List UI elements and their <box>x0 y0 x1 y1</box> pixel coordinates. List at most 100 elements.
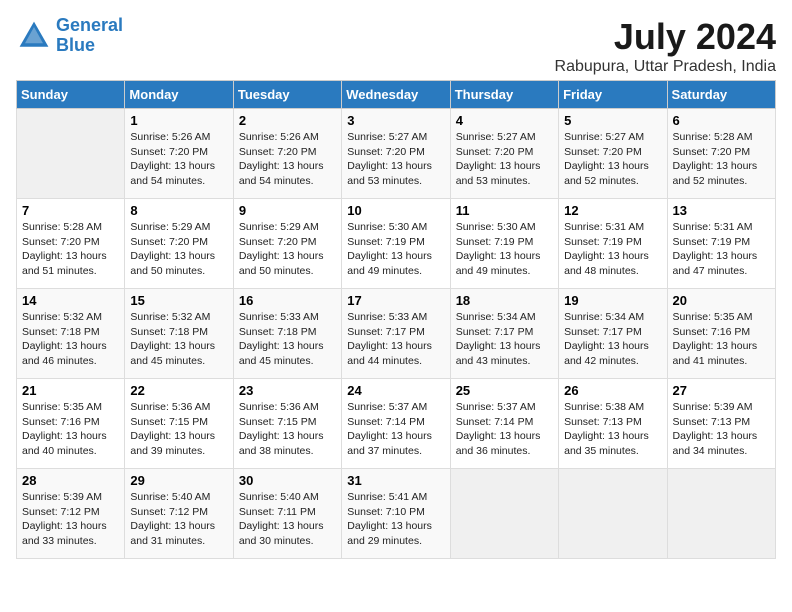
calendar-cell: 11Sunrise: 5:30 AMSunset: 7:19 PMDayligh… <box>450 199 558 289</box>
header-thursday: Thursday <box>450 81 558 109</box>
calendar-cell: 20 Sunrise: 5:35 AMSunset: 7:16 PMDayligh… <box>667 289 775 379</box>
calendar-header-row: SundayMondayTuesdayWednesdayThursdayFrid… <box>17 81 776 109</box>
calendar-table: SundayMondayTuesdayWednesdayThursdayFrid… <box>16 80 776 559</box>
calendar-cell: 1Sunrise: 5:26 AMSunset: 7:20 PMDaylight… <box>125 109 233 199</box>
calendar-cell: 3Sunrise: 5:27 AMSunset: 7:20 PMDaylight… <box>342 109 450 199</box>
calendar-week-row: 21Sunrise: 5:35 AMSunset: 7:16 PMDayligh… <box>17 379 776 469</box>
day-number: 27 <box>673 383 770 398</box>
day-info: Sunrise: 5:32 AMSunset: 7:18 PMDaylight:… <box>22 310 119 369</box>
day-number: 6 <box>673 113 770 128</box>
day-info: Sunrise: 5:29 AMSunset: 7:20 PMDaylight:… <box>239 220 336 279</box>
day-number: 2 <box>239 113 336 128</box>
day-info: Sunrise: 5:40 AMSunset: 7:11 PMDaylight:… <box>239 490 336 549</box>
day-info: Sunrise: 5:36 AMSunset: 7:15 PMDaylight:… <box>130 400 227 459</box>
day-info: Sunrise: 5:30 AMSunset: 7:19 PMDaylight:… <box>456 220 553 279</box>
calendar-cell <box>667 469 775 559</box>
day-number: 12 <box>564 203 661 218</box>
calendar-cell: 26 Sunrise: 5:38 AMSunset: 7:13 PMDayligh… <box>559 379 667 469</box>
calendar-cell: 9 Sunrise: 5:29 AMSunset: 7:20 PMDaylight… <box>233 199 341 289</box>
calendar-cell: 13 Sunrise: 5:31 AMSunset: 7:19 PMDayligh… <box>667 199 775 289</box>
logo-text: General Blue <box>56 16 123 56</box>
calendar-cell: 23Sunrise: 5:36 AMSunset: 7:15 PMDayligh… <box>233 379 341 469</box>
header-tuesday: Tuesday <box>233 81 341 109</box>
calendar-cell: 18 Sunrise: 5:34 AMSunset: 7:17 PMDayligh… <box>450 289 558 379</box>
logo-line2: Blue <box>56 35 95 55</box>
day-number: 18 <box>456 293 553 308</box>
day-number: 19 <box>564 293 661 308</box>
calendar-cell: 22Sunrise: 5:36 AMSunset: 7:15 PMDayligh… <box>125 379 233 469</box>
day-info: Sunrise: 5:39 AMSunset: 7:12 PMDaylight:… <box>22 490 119 549</box>
calendar-cell: 8Sunrise: 5:29 AMSunset: 7:20 PMDaylight… <box>125 199 233 289</box>
day-info: Sunrise: 5:34 AMSunset: 7:17 PMDaylight:… <box>456 310 553 369</box>
day-info: Sunrise: 5:29 AMSunset: 7:20 PMDaylight:… <box>130 220 227 279</box>
day-number: 7 <box>22 203 119 218</box>
day-info: Sunrise: 5:33 AMSunset: 7:18 PMDaylight:… <box>239 310 336 369</box>
logo-icon <box>16 18 52 54</box>
header-sunday: Sunday <box>17 81 125 109</box>
day-info: Sunrise: 5:27 AMSunset: 7:20 PMDaylight:… <box>564 130 661 189</box>
day-info: Sunrise: 5:28 AMSunset: 7:20 PMDaylight:… <box>673 130 770 189</box>
calendar-cell: 10Sunrise: 5:30 AMSunset: 7:19 PMDayligh… <box>342 199 450 289</box>
calendar-cell: 14 Sunrise: 5:32 AMSunset: 7:18 PMDayligh… <box>17 289 125 379</box>
day-number: 21 <box>22 383 119 398</box>
day-number: 10 <box>347 203 444 218</box>
header-wednesday: Wednesday <box>342 81 450 109</box>
header-saturday: Saturday <box>667 81 775 109</box>
day-info: Sunrise: 5:26 AMSunset: 7:20 PMDaylight:… <box>130 130 227 189</box>
calendar-cell: 28Sunrise: 5:39 AMSunset: 7:12 PMDayligh… <box>17 469 125 559</box>
calendar-cell <box>450 469 558 559</box>
day-info: Sunrise: 5:39 AMSunset: 7:13 PMDaylight:… <box>673 400 770 459</box>
calendar-cell: 16Sunrise: 5:33 AMSunset: 7:18 PMDayligh… <box>233 289 341 379</box>
day-number: 15 <box>130 293 227 308</box>
logo-line1: General <box>56 15 123 35</box>
day-info: Sunrise: 5:41 AMSunset: 7:10 PMDaylight:… <box>347 490 444 549</box>
day-info: Sunrise: 5:33 AMSunset: 7:17 PMDaylight:… <box>347 310 444 369</box>
location: Rabupura, Uttar Pradesh, India <box>555 58 776 76</box>
calendar-cell: 30 Sunrise: 5:40 AMSunset: 7:11 PMDayligh… <box>233 469 341 559</box>
day-info: Sunrise: 5:32 AMSunset: 7:18 PMDaylight:… <box>130 310 227 369</box>
day-number: 30 <box>239 473 336 488</box>
day-info: Sunrise: 5:26 AMSunset: 7:20 PMDaylight:… <box>239 130 336 189</box>
calendar-week-row: 28Sunrise: 5:39 AMSunset: 7:12 PMDayligh… <box>17 469 776 559</box>
day-info: Sunrise: 5:31 AMSunset: 7:19 PMDaylight:… <box>673 220 770 279</box>
day-number: 20 <box>673 293 770 308</box>
day-number: 24 <box>347 383 444 398</box>
day-number: 14 <box>22 293 119 308</box>
logo: General Blue <box>16 16 123 56</box>
calendar-week-row: 1Sunrise: 5:26 AMSunset: 7:20 PMDaylight… <box>17 109 776 199</box>
calendar-cell: 31 Sunrise: 5:41 AMSunset: 7:10 PMDayligh… <box>342 469 450 559</box>
day-info: Sunrise: 5:27 AMSunset: 7:20 PMDaylight:… <box>347 130 444 189</box>
day-info: Sunrise: 5:37 AMSunset: 7:14 PMDaylight:… <box>347 400 444 459</box>
calendar-week-row: 7 Sunrise: 5:28 AMSunset: 7:20 PMDaylight… <box>17 199 776 289</box>
header-friday: Friday <box>559 81 667 109</box>
calendar-cell: 21Sunrise: 5:35 AMSunset: 7:16 PMDayligh… <box>17 379 125 469</box>
day-info: Sunrise: 5:35 AMSunset: 7:16 PMDaylight:… <box>673 310 770 369</box>
day-info: Sunrise: 5:40 AMSunset: 7:12 PMDaylight:… <box>130 490 227 549</box>
calendar-cell: 6 Sunrise: 5:28 AMSunset: 7:20 PMDaylight… <box>667 109 775 199</box>
day-info: Sunrise: 5:34 AMSunset: 7:17 PMDaylight:… <box>564 310 661 369</box>
day-info: Sunrise: 5:37 AMSunset: 7:14 PMDaylight:… <box>456 400 553 459</box>
calendar-week-row: 14 Sunrise: 5:32 AMSunset: 7:18 PMDayligh… <box>17 289 776 379</box>
calendar-cell <box>559 469 667 559</box>
day-number: 29 <box>130 473 227 488</box>
calendar-cell: 17Sunrise: 5:33 AMSunset: 7:17 PMDayligh… <box>342 289 450 379</box>
calendar-cell: 7 Sunrise: 5:28 AMSunset: 7:20 PMDaylight… <box>17 199 125 289</box>
calendar-cell: 25 Sunrise: 5:37 AMSunset: 7:14 PMDayligh… <box>450 379 558 469</box>
day-number: 5 <box>564 113 661 128</box>
day-info: Sunrise: 5:28 AMSunset: 7:20 PMDaylight:… <box>22 220 119 279</box>
day-number: 13 <box>673 203 770 218</box>
month-year: July 2024 <box>555 16 776 58</box>
calendar-cell: 5 Sunrise: 5:27 AMSunset: 7:20 PMDaylight… <box>559 109 667 199</box>
calendar-cell: 4Sunrise: 5:27 AMSunset: 7:20 PMDaylight… <box>450 109 558 199</box>
calendar-cell: 24 Sunrise: 5:37 AMSunset: 7:14 PMDayligh… <box>342 379 450 469</box>
day-number: 25 <box>456 383 553 398</box>
day-number: 26 <box>564 383 661 398</box>
calendar-cell <box>17 109 125 199</box>
title-block: July 2024 Rabupura, Uttar Pradesh, India <box>555 16 776 76</box>
header-monday: Monday <box>125 81 233 109</box>
day-info: Sunrise: 5:38 AMSunset: 7:13 PMDaylight:… <box>564 400 661 459</box>
day-number: 9 <box>239 203 336 218</box>
day-number: 31 <box>347 473 444 488</box>
calendar-cell: 12Sunrise: 5:31 AMSunset: 7:19 PMDayligh… <box>559 199 667 289</box>
page-header: General Blue July 2024 Rabupura, Uttar P… <box>16 16 776 76</box>
